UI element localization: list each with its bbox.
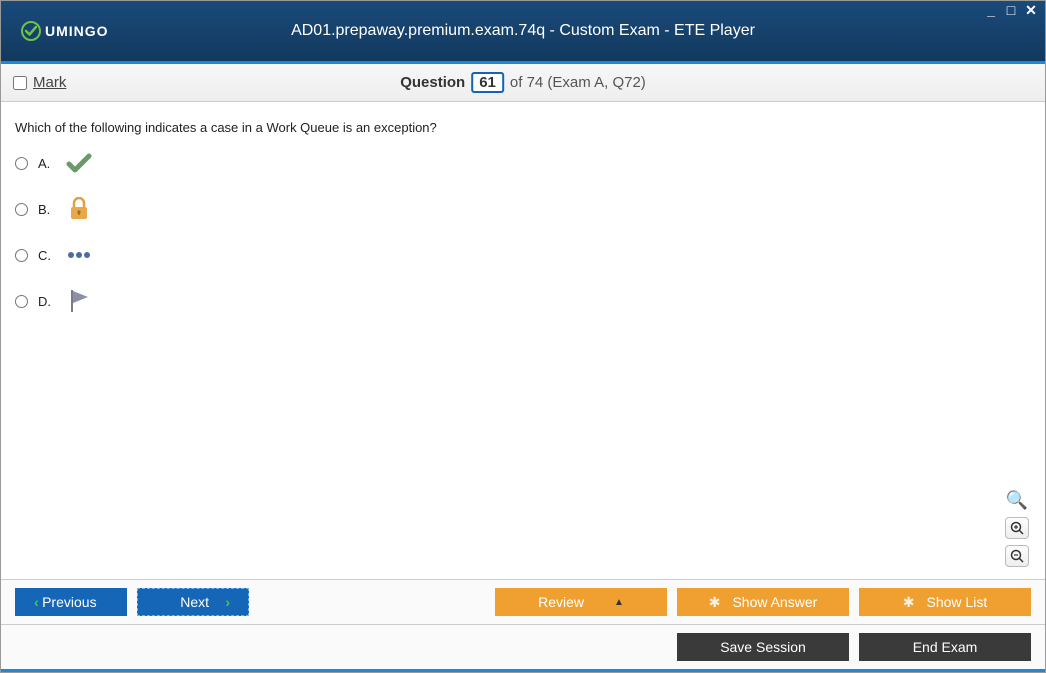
next-label: Next (180, 594, 209, 610)
option-a[interactable]: A. (15, 149, 1031, 177)
question-toolbar: Mark Question 61 of 74 (Exam A, Q72) (1, 64, 1045, 102)
option-c-letter: C. (38, 248, 54, 263)
nav-bar: ‹ Previous Next › Review ▲ ✱ Show Answer… (1, 579, 1045, 624)
option-d[interactable]: D. (15, 287, 1031, 315)
footer-bar: Save Session End Exam (1, 624, 1045, 669)
review-button[interactable]: Review ▲ (495, 588, 667, 616)
question-info: Question 61 of 74 (Exam A, Q72) (400, 72, 646, 93)
option-b-radio[interactable] (15, 203, 28, 216)
option-c-radio[interactable] (15, 249, 28, 262)
checkmark-icon (64, 149, 94, 177)
flag-icon (64, 287, 94, 315)
mark-label[interactable]: Mark (33, 74, 66, 91)
triangle-up-icon: ▲ (614, 597, 624, 608)
title-bar: _ □ ✕ UMINGO AD01.prepaway.premium.exam.… (1, 1, 1045, 61)
logo-check-icon (21, 21, 41, 41)
option-c[interactable]: C. (15, 241, 1031, 269)
mark-group: Mark (13, 74, 66, 91)
lock-icon (64, 195, 94, 223)
app-logo: UMINGO (21, 21, 109, 41)
option-d-letter: D. (38, 294, 54, 309)
question-number: 61 (471, 72, 504, 93)
show-list-label: Show List (927, 594, 988, 610)
logo-text: UMINGO (45, 23, 109, 39)
bottom-accent-bar (1, 669, 1045, 672)
maximize-icon[interactable]: □ (1003, 3, 1019, 17)
question-label: Question (400, 74, 465, 91)
star-icon: ✱ (709, 594, 721, 611)
search-icon[interactable]: 🔍 (1006, 490, 1028, 511)
show-answer-label: Show Answer (732, 594, 817, 610)
show-answer-button[interactable]: ✱ Show Answer (677, 588, 849, 616)
window-controls: _ □ ✕ (983, 3, 1039, 17)
review-label: Review (538, 594, 584, 610)
option-a-letter: A. (38, 156, 54, 171)
previous-button[interactable]: ‹ Previous (15, 588, 127, 616)
show-list-button[interactable]: ✱ Show List (859, 588, 1031, 616)
arrow-left-icon: ‹ (34, 594, 39, 610)
star-icon: ✱ (903, 594, 915, 611)
ellipsis-icon (64, 241, 94, 269)
mark-checkbox[interactable] (13, 76, 27, 90)
option-b-letter: B. (38, 202, 54, 217)
minimize-icon[interactable]: _ (983, 3, 999, 17)
question-rest: of 74 (Exam A, Q72) (510, 74, 646, 91)
window-title: AD01.prepaway.premium.exam.74q - Custom … (291, 22, 755, 40)
arrow-right-icon: › (225, 594, 230, 610)
question-content: Which of the following indicates a case … (1, 102, 1045, 579)
zoom-out-button[interactable] (1005, 545, 1029, 567)
save-session-button[interactable]: Save Session (677, 633, 849, 661)
previous-label: Previous (42, 594, 96, 610)
close-icon[interactable]: ✕ (1023, 3, 1039, 17)
options-list: A. B. C. (15, 149, 1031, 315)
question-text: Which of the following indicates a case … (15, 120, 1031, 135)
zoom-controls: 🔍 (1005, 490, 1029, 567)
next-button[interactable]: Next › (137, 588, 249, 616)
end-exam-button[interactable]: End Exam (859, 633, 1031, 661)
option-d-radio[interactable] (15, 295, 28, 308)
zoom-in-button[interactable] (1005, 517, 1029, 539)
option-b[interactable]: B. (15, 195, 1031, 223)
option-a-radio[interactable] (15, 157, 28, 170)
